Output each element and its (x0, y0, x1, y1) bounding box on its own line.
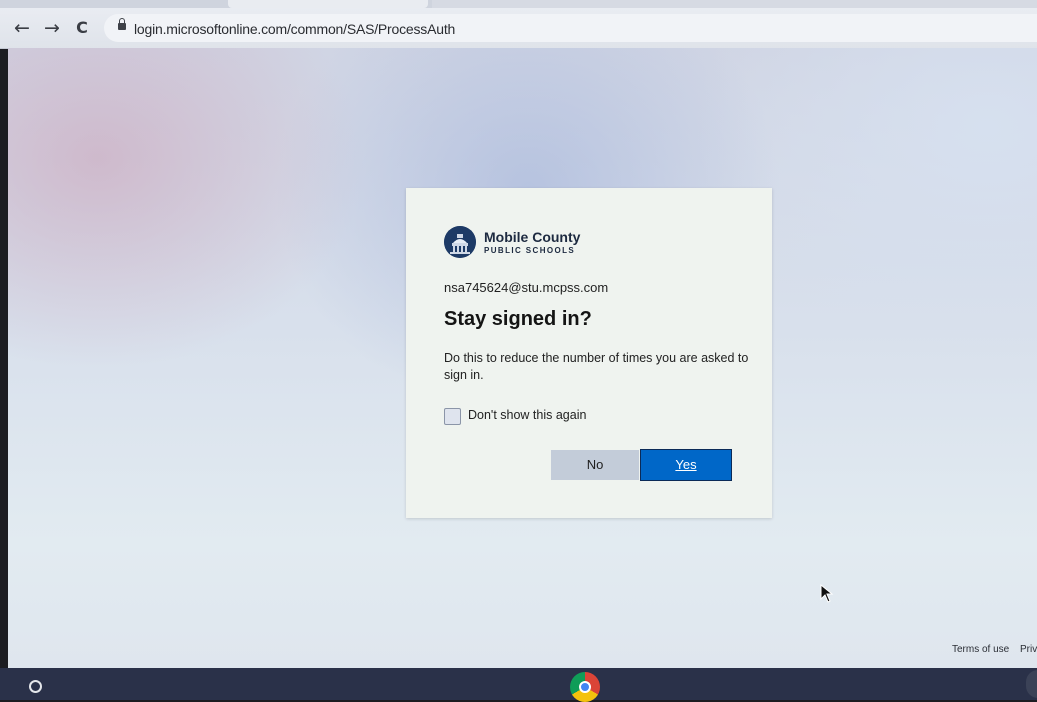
chrome-browser-icon[interactable] (570, 672, 600, 702)
privacy-link[interactable]: Priv (1020, 644, 1037, 655)
mouse-pointer-icon (820, 584, 834, 603)
reload-icon[interactable]: C (70, 16, 94, 40)
org-logo: Mobile County PUBLIC SCHOOLS (444, 226, 594, 260)
lock-icon[interactable] (118, 18, 126, 30)
browser-toolbar: ← → C login.microsoftonline.com/common/S… (0, 8, 1037, 49)
page-background: Mobile County PUBLIC SCHOOLS nsa745624@s… (8, 48, 1037, 668)
dialog-description: Do this to reduce the number of times yo… (444, 351, 749, 382)
forward-arrow-icon[interactable]: → (40, 16, 64, 40)
browser-tab[interactable] (228, 0, 428, 8)
address-bar[interactable]: login.microsoftonline.com/common/SAS/Pro… (104, 14, 1037, 42)
os-shelf (0, 668, 1037, 702)
account-email: nsa745624@stu.mcpss.com (444, 280, 609, 295)
dont-show-again-checkbox[interactable] (444, 408, 461, 425)
back-arrow-icon[interactable]: ← (10, 16, 34, 40)
terms-of-use-link[interactable]: Terms of use (952, 644, 1009, 655)
dialog-title: Stay signed in? (444, 308, 592, 330)
launcher-icon[interactable] (29, 680, 42, 693)
status-tray[interactable] (1026, 670, 1037, 698)
address-url[interactable]: login.microsoftonline.com/common/SAS/Pro… (134, 21, 455, 37)
browser-tab-background (432, 0, 1037, 8)
org-subtitle: PUBLIC SCHOOLS (484, 246, 576, 255)
org-name: Mobile County (484, 229, 581, 245)
tab-strip (0, 0, 1037, 8)
capitol-dome-icon (444, 226, 476, 258)
dont-show-again-label[interactable]: Don't show this again (468, 408, 586, 422)
yes-button[interactable]: Yes (640, 449, 732, 481)
no-button[interactable]: No (551, 450, 639, 480)
stay-signed-in-dialog: Mobile County PUBLIC SCHOOLS nsa745624@s… (406, 188, 772, 518)
